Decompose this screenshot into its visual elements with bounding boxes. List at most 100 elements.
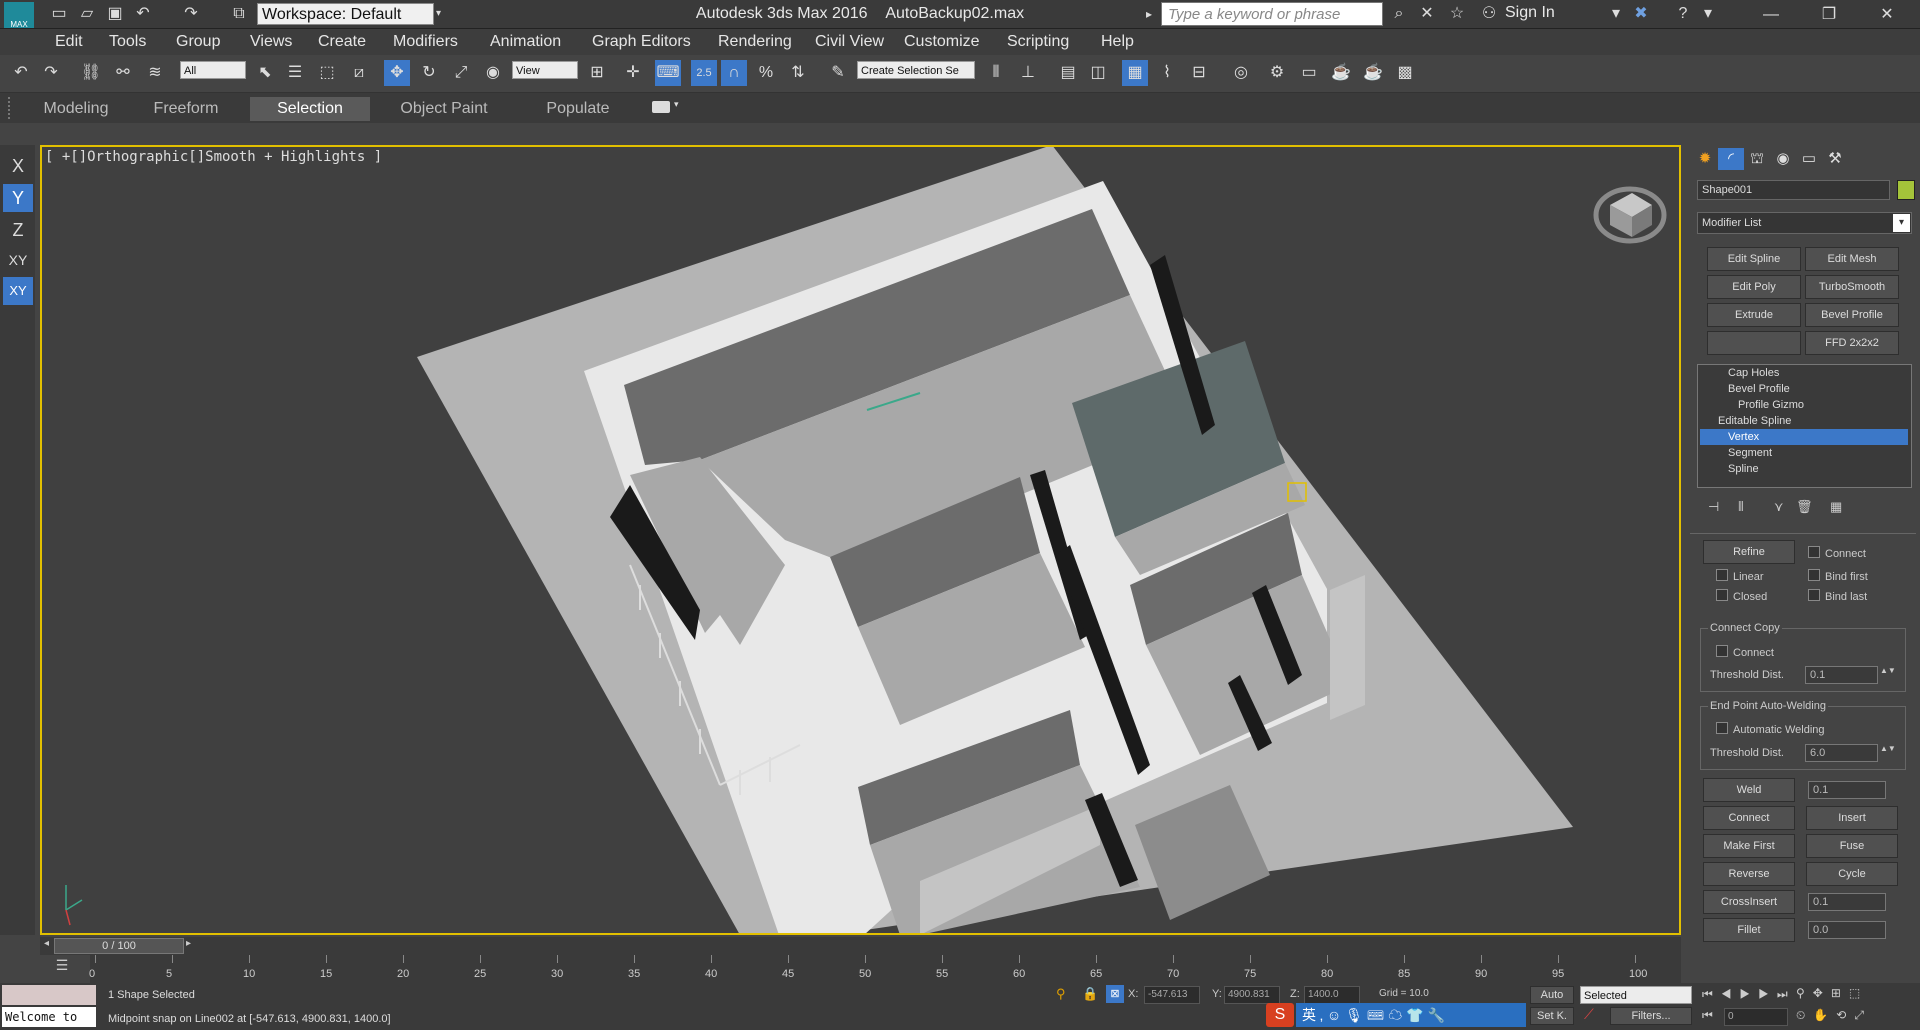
show-end-result-icon[interactable]: ⦀ (1738, 499, 1744, 515)
link-icon[interactable]: ⛓ (78, 60, 104, 86)
material-editor-icon[interactable]: ◎ (1228, 60, 1254, 86)
layer-explorer-icon[interactable]: ◫ (1085, 60, 1111, 86)
scene-explorer-icon[interactable]: ▤ (1055, 60, 1081, 86)
mod-btn-edit-poly[interactable]: Edit Poly (1707, 275, 1801, 299)
menu-edit[interactable]: Edit (55, 33, 83, 51)
mod-btn-ffd[interactable]: FFD 2x2x2 (1805, 331, 1899, 355)
window-crossing-icon[interactable]: ⧄ (346, 60, 372, 86)
keyboard-shortcut-override-icon[interactable]: ⌨ (655, 60, 681, 86)
render-iterative-icon[interactable]: ☕ (1360, 60, 1386, 86)
key-mode-icon[interactable]: ⏮ (1702, 1008, 1713, 1023)
help-icon[interactable]: ? (1672, 4, 1694, 24)
bind-last-checkbox[interactable]: Bind last (1808, 589, 1867, 603)
reference-coordinate-dropdown[interactable]: View (512, 61, 578, 79)
open-file-icon[interactable]: ▱ (76, 4, 98, 24)
stack-item-vertex[interactable]: Vertex (1700, 429, 1908, 445)
y-coordinate-field[interactable]: 4900.831 (1224, 986, 1280, 1004)
axis-xy-snap-button[interactable]: XY (3, 277, 33, 305)
app-logo[interactable]: MAX (4, 2, 34, 28)
filters-button[interactable]: Filters... (1610, 1007, 1692, 1025)
mod-btn-empty[interactable] (1707, 331, 1801, 355)
spinner-arrows-icon[interactable]: ▲▼ (1880, 744, 1896, 753)
maximize-button[interactable]: ❐ (1806, 0, 1852, 29)
select-manipulate-icon[interactable]: ✛ (620, 60, 646, 86)
minimize-button[interactable]: — (1748, 0, 1794, 29)
stack-item-editable-spline[interactable]: Editable Spline (1700, 413, 1908, 429)
ribbon-options-chevron-icon[interactable]: ▾ (674, 99, 679, 110)
viewcube-gizmo[interactable] (1593, 186, 1667, 244)
pin-stack-icon[interactable]: ⊣ (1708, 499, 1719, 515)
align-icon[interactable]: ⊥ (1015, 60, 1041, 86)
stack-item-profile-gizmo[interactable]: Profile Gizmo (1700, 397, 1908, 413)
menu-tools[interactable]: Tools (109, 33, 146, 51)
mod-btn-bevel-profile[interactable]: Bevel Profile (1805, 303, 1899, 327)
cycle-button[interactable]: Cycle (1806, 862, 1898, 886)
menu-help[interactable]: Help (1101, 33, 1134, 51)
z-coordinate-field[interactable]: 1400.0 (1304, 986, 1360, 1004)
selection-lock-icon[interactable]: 🔒 (1082, 986, 1098, 1002)
absolute-mode-icon[interactable]: ⊠ (1106, 985, 1124, 1003)
menu-civil-view[interactable]: Civil View (815, 33, 884, 51)
fillet-spinner[interactable]: 0.0 (1808, 921, 1886, 939)
modifier-list-dropdown[interactable]: Modifier List (1697, 212, 1912, 234)
mirror-icon[interactable]: ⫴ (983, 60, 1009, 86)
select-and-rotate-icon[interactable]: ↻ (416, 60, 442, 86)
next-frame-icon[interactable]: ▸ (186, 938, 191, 949)
stack-item-spline[interactable]: Spline (1700, 461, 1908, 477)
insert-button[interactable]: Insert (1806, 806, 1898, 830)
render-setup-icon[interactable]: ⚙ (1264, 60, 1290, 86)
schematic-view-icon[interactable]: ⊟ (1186, 60, 1212, 86)
modify-tab-icon[interactable]: ◜ (1718, 148, 1744, 170)
connect-checkbox[interactable]: Connect (1808, 546, 1866, 560)
workspace-dropdown[interactable]: Workspace: Default (257, 3, 434, 25)
playback-controls[interactable]: ⏮◀▶▶⏭ (1702, 987, 1796, 1002)
bind-first-checkbox[interactable]: Bind first (1808, 569, 1868, 583)
isolate-selection-icon[interactable]: ⚲ (1056, 986, 1066, 1002)
display-tab-icon[interactable]: ▭ (1796, 148, 1822, 170)
prev-frame-icon[interactable]: ◂ (44, 938, 49, 949)
weld-spinner[interactable]: 0.1 (1808, 781, 1886, 799)
set-key-icon[interactable]: ⟋ (1584, 1006, 1594, 1023)
reverse-button[interactable]: Reverse (1703, 862, 1795, 886)
ime-sogou-icon[interactable]: S (1266, 1003, 1294, 1027)
menu-group[interactable]: Group (176, 33, 220, 51)
stack-item-cap-holes[interactable]: Cap Holes (1700, 365, 1908, 381)
fuse-button[interactable]: Fuse (1806, 834, 1898, 858)
unlink-icon[interactable]: ⚯ (110, 60, 136, 86)
subscription-icon[interactable]: ✕ (1416, 4, 1438, 24)
select-and-scale-icon[interactable]: ⤢ (448, 60, 474, 86)
crossinsert-spinner[interactable]: 0.1 (1808, 893, 1886, 911)
project-folder-icon[interactable]: ⧉ (228, 4, 250, 24)
render-activeshade-icon[interactable]: ▩ (1392, 60, 1418, 86)
tab-object-paint[interactable]: Object Paint (380, 97, 508, 121)
select-by-name-icon[interactable]: ☰ (282, 60, 308, 86)
rectangular-selection-icon[interactable]: ⬚ (314, 60, 340, 86)
undo-tool-icon[interactable]: ↶ (8, 60, 34, 86)
axis-xy-button[interactable]: XY (3, 246, 33, 274)
viewport-nav-top[interactable]: ⚲✥⊞⬚ (1796, 986, 1868, 1000)
toggle-ribbon-icon[interactable]: ▦ (1122, 60, 1148, 86)
menu-animation[interactable]: Animation (490, 33, 561, 51)
time-slider-track[interactable] (40, 937, 1681, 955)
time-slider-thumb[interactable]: 0 / 100 (54, 938, 184, 954)
ime-language[interactable]: 英 (1302, 1007, 1316, 1023)
linear-checkbox[interactable]: Linear (1716, 569, 1764, 583)
spinner-snap-icon[interactable]: ⇅ (785, 60, 811, 86)
refine-button[interactable]: Refine (1703, 540, 1795, 564)
maxscript-listener-pink[interactable] (2, 985, 96, 1005)
help-chevron-icon[interactable]: ▾ (1697, 4, 1719, 24)
menu-graph-editors[interactable]: Graph Editors (592, 33, 691, 51)
expand-search-icon[interactable]: ▸ (1146, 2, 1160, 26)
bind-space-warp-icon[interactable]: ≋ (142, 60, 168, 86)
weld-button[interactable]: Weld (1703, 778, 1795, 802)
key-filter-dropdown[interactable]: Selected (1580, 986, 1692, 1004)
trackbar-menu-icon[interactable]: ☰ (50, 957, 74, 979)
dropdown-chevron-icon[interactable]: ▾ (1605, 4, 1627, 24)
favorites-star-icon[interactable]: ☆ (1446, 4, 1468, 24)
closed-checkbox[interactable]: Closed (1716, 589, 1767, 603)
named-selection-dropdown[interactable]: Create Selection Se (857, 61, 975, 79)
tab-modeling[interactable]: Modeling (22, 97, 130, 121)
close-button[interactable]: ✕ (1864, 0, 1910, 29)
viewport-nav-bottom[interactable]: ⏲✋⟲⤢ (1796, 1008, 1872, 1023)
angle-snap-icon[interactable]: ∩ (721, 60, 747, 86)
